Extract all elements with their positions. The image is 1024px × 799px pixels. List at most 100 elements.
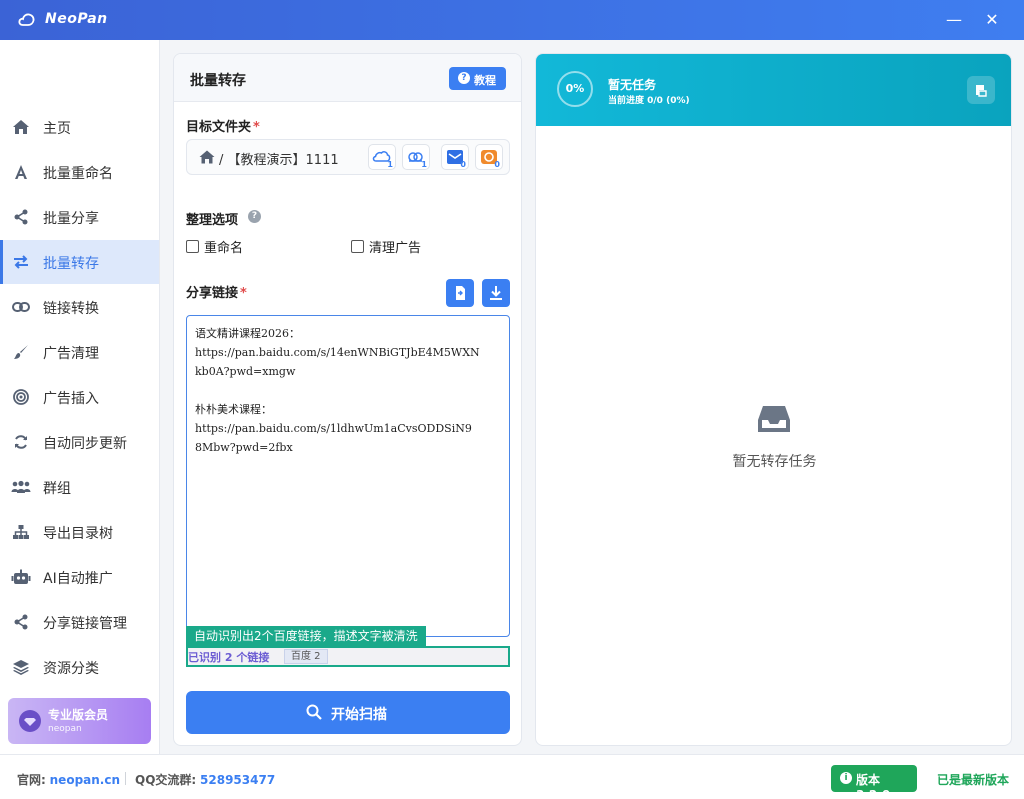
sidebar-item-label: 广告插入 [43,391,99,407]
qq-group-label: QQ交流群: [135,773,197,787]
diamond-icon [19,710,41,732]
sidebar: 主页 批量重命名 批量分享 批量转存 链接转换 广告清理 广告插入 自动同步更新… [0,40,160,754]
letter-a-icon [11,163,31,181]
minimize-button[interactable]: — [944,10,964,30]
sidebar-item-home[interactable]: 主页 [0,105,159,149]
clear-tasks-button[interactable] [967,76,995,104]
batch-transfer-panel: 批量转存 ? 教程 目标文件夹 * / 【教程演示】1111 1 1 0 0 整理… [173,53,522,746]
mail-drive-button[interactable]: 0 [441,144,469,170]
sidebar-item-link-convert[interactable]: 链接转换 [0,285,159,329]
recognition-status: 已识别 2 个链接 百度 2 [186,646,510,667]
download-button[interactable] [482,279,510,307]
cloud-drive-button[interactable]: 1 [368,144,396,170]
website-label: 官网: [17,773,46,787]
tutorial-label: 教程 [474,74,496,87]
sidebar-item-label: 批量转存 [43,256,99,272]
sidebar-item-batch-rename[interactable]: 批量重命名 [0,150,159,194]
share-links-label: 分享链接 * [186,286,247,301]
robot-icon [11,568,31,586]
textarea-line: https://pan.baidu.com/s/1ldhwUm1aCvsODDS… [195,422,472,435]
sidebar-item-label: 自动同步更新 [43,436,127,452]
sidebar-item-export-tree[interactable]: 导出目录树 [0,510,159,554]
clear-icon [976,85,987,97]
rename-checkbox[interactable]: 重命名 [186,237,243,256]
sidebar-item-ad-clean[interactable]: 广告清理 [0,330,159,374]
info-icon: i [840,772,852,784]
sidebar-item-label: 资源分类 [43,661,99,677]
sidebar-item-ai-promote[interactable]: AI自动推广 [0,555,159,599]
app-name: NeoPan [45,11,108,27]
layers-icon [11,658,31,676]
member-user: neopan [48,724,82,734]
sidebar-item-label: 广告清理 [43,346,99,362]
qq-group-number[interactable]: 528953477 [200,773,275,787]
home-icon [11,118,31,136]
rename-label: 重命名 [204,241,244,256]
recognition-tooltip: 自动识别出2个百度链接，描述文字被清洗 [186,626,426,647]
target-folder-field[interactable]: / 【教程演示】1111 1 1 0 0 [186,139,510,175]
qq-group-info: QQ交流群: 528953477 [135,771,275,788]
start-scan-button[interactable]: 开始扫描 [186,691,510,734]
share-manage-icon [11,613,31,631]
task-header: 0% 暂无任务 当前进度 0/0 (0%) [536,54,1011,126]
panel-title: 批量转存 [190,73,246,89]
tutorial-button[interactable]: ? 教程 [449,67,506,90]
target-folder-label: 目标文件夹 * [186,120,260,135]
sidebar-item-ad-insert[interactable]: 广告插入 [0,375,159,419]
sidebar-item-label: 链接转换 [43,301,99,317]
target-icon [11,388,31,406]
textarea-line: kb0A?pwd=xmgw [195,365,296,378]
checkbox-box[interactable] [186,240,199,253]
textarea-line: 8Mbw?pwd=2fbx [195,441,293,454]
version-badge[interactable]: i 版本 3.2.0 [831,765,917,799]
textarea-line: https://pan.baidu.com/s/14enWNBiGTJbE4M5… [195,346,480,359]
textarea-line: 朴朴美术课程： [195,403,272,416]
import-file-button[interactable] [446,279,474,307]
sidebar-item-batch-share[interactable]: 批量分享 [0,195,159,239]
link-icon [11,298,31,316]
sidebar-item-label: 分享链接管理 [43,616,127,632]
search-icon [306,704,322,720]
baidu-tag: 百度 2 [284,649,328,664]
footer: 官网: neopan.cn QQ交流群: 528953477 i 版本 3.2.… [0,754,1024,799]
share-icon [11,208,31,226]
drive-count: 1 [421,160,427,169]
sidebar-item-batch-transfer[interactable]: 批量转存 [0,240,159,284]
recognized-count: 已识别 2 个链接 [188,651,270,664]
sidebar-item-label: 主页 [43,121,71,137]
start-scan-label: 开始扫描 [331,707,387,723]
pro-member-card[interactable]: 专业版会员 neopan [8,698,151,744]
help-icon[interactable]: ? [248,210,261,223]
sidebar-item-label: 批量重命名 [43,166,113,182]
options-label: 整理选项 [186,213,239,228]
tree-icon [11,523,31,541]
group-icon [11,478,31,496]
cloud-logo-icon [18,13,35,26]
textarea-line [195,381,501,400]
sidebar-item-label: 群组 [43,481,71,497]
home-icon [199,150,215,164]
clean-ads-checkbox[interactable]: 清理广告 [351,237,421,256]
drive-count: 1 [387,160,393,169]
close-button[interactable]: ✕ [982,10,1002,30]
website-link[interactable]: neopan.cn [50,773,120,787]
sidebar-item-auto-sync[interactable]: 自动同步更新 [0,420,159,464]
sidebar-item-label: 批量分享 [43,211,99,227]
checkbox-box[interactable] [351,240,364,253]
website-info: 官网: neopan.cn [17,771,120,788]
sync-icon [11,433,31,451]
orange-drive-button[interactable]: 0 [475,144,503,170]
download-icon [490,286,502,300]
cloud-drive-2-button[interactable]: 1 [402,144,430,170]
latest-version-text: 已是最新版本 [937,773,1010,787]
task-title: 暂无任务 [608,78,657,92]
brush-icon [11,343,31,361]
required-mark: * [253,120,260,135]
sidebar-item-resource-category[interactable]: 资源分类 [0,645,159,689]
share-links-textarea[interactable]: 语文精讲课程2026： https://pan.baidu.com/s/14en… [186,315,510,637]
sidebar-item-label: 导出目录树 [43,526,113,542]
task-progress: 当前进度 0/0 (0%) [608,96,690,106]
sidebar-item-groups[interactable]: 群组 [0,465,159,509]
sidebar-item-share-manage[interactable]: 分享链接管理 [0,600,159,644]
required-mark: * [240,286,247,301]
